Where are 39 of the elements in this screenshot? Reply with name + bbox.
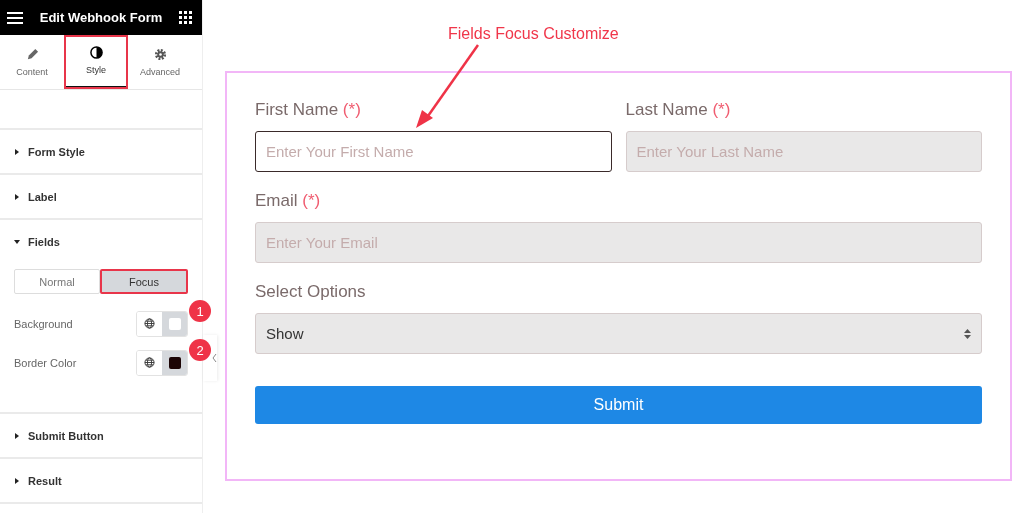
caret-icon <box>14 238 20 245</box>
caret-icon <box>14 477 20 484</box>
control-label: Background <box>14 317 73 330</box>
gear-icon <box>153 47 167 61</box>
field-label: Last Name (*) <box>625 100 732 120</box>
caret-icon <box>14 148 20 155</box>
field-label: First Name (*) <box>255 100 362 120</box>
state-toggle[interactable]: Normal <box>14 269 100 294</box>
grid-icon[interactable] <box>179 11 192 24</box>
panel-title: Edit Webhook Form <box>39 10 163 25</box>
panel-tab[interactable]: Style <box>64 35 128 89</box>
globe-icon <box>144 318 155 329</box>
annotation-text: Fields Focus Customize <box>448 25 619 44</box>
control-label: Border Color <box>14 356 77 369</box>
chevron-icon <box>212 354 217 362</box>
state-toggle[interactable]: Focus <box>100 269 188 294</box>
step-badge: 2 <box>189 339 211 361</box>
step-badge: 1 <box>189 300 211 322</box>
caret-icon <box>14 193 20 200</box>
panel-tab[interactable]: Content <box>0 35 64 89</box>
globe-icon <box>144 357 155 368</box>
sort-icon <box>964 328 971 339</box>
section-header[interactable]: Result <box>14 459 188 502</box>
field-label: Email (*) <box>255 191 322 211</box>
section-header[interactable]: Form Style <box>14 130 188 173</box>
panel-tab[interactable]: Advanced <box>128 35 192 89</box>
section-header[interactable]: Label <box>14 175 188 218</box>
menu-icon[interactable] <box>7 11 23 24</box>
section-header[interactable]: Submit Button <box>14 414 188 457</box>
pencil-icon <box>25 47 39 61</box>
color-control[interactable] <box>136 310 188 337</box>
caret-icon <box>14 432 20 439</box>
select-field[interactable]: Show <box>255 313 982 354</box>
field-label: Select Options <box>255 282 367 302</box>
input-field[interactable]: Enter Your First Name <box>255 131 612 172</box>
contrast-icon <box>89 46 103 59</box>
section-header[interactable]: Fields <box>14 220 188 263</box>
color-control[interactable] <box>136 349 188 376</box>
submit-button[interactable]: Submit <box>255 386 982 424</box>
